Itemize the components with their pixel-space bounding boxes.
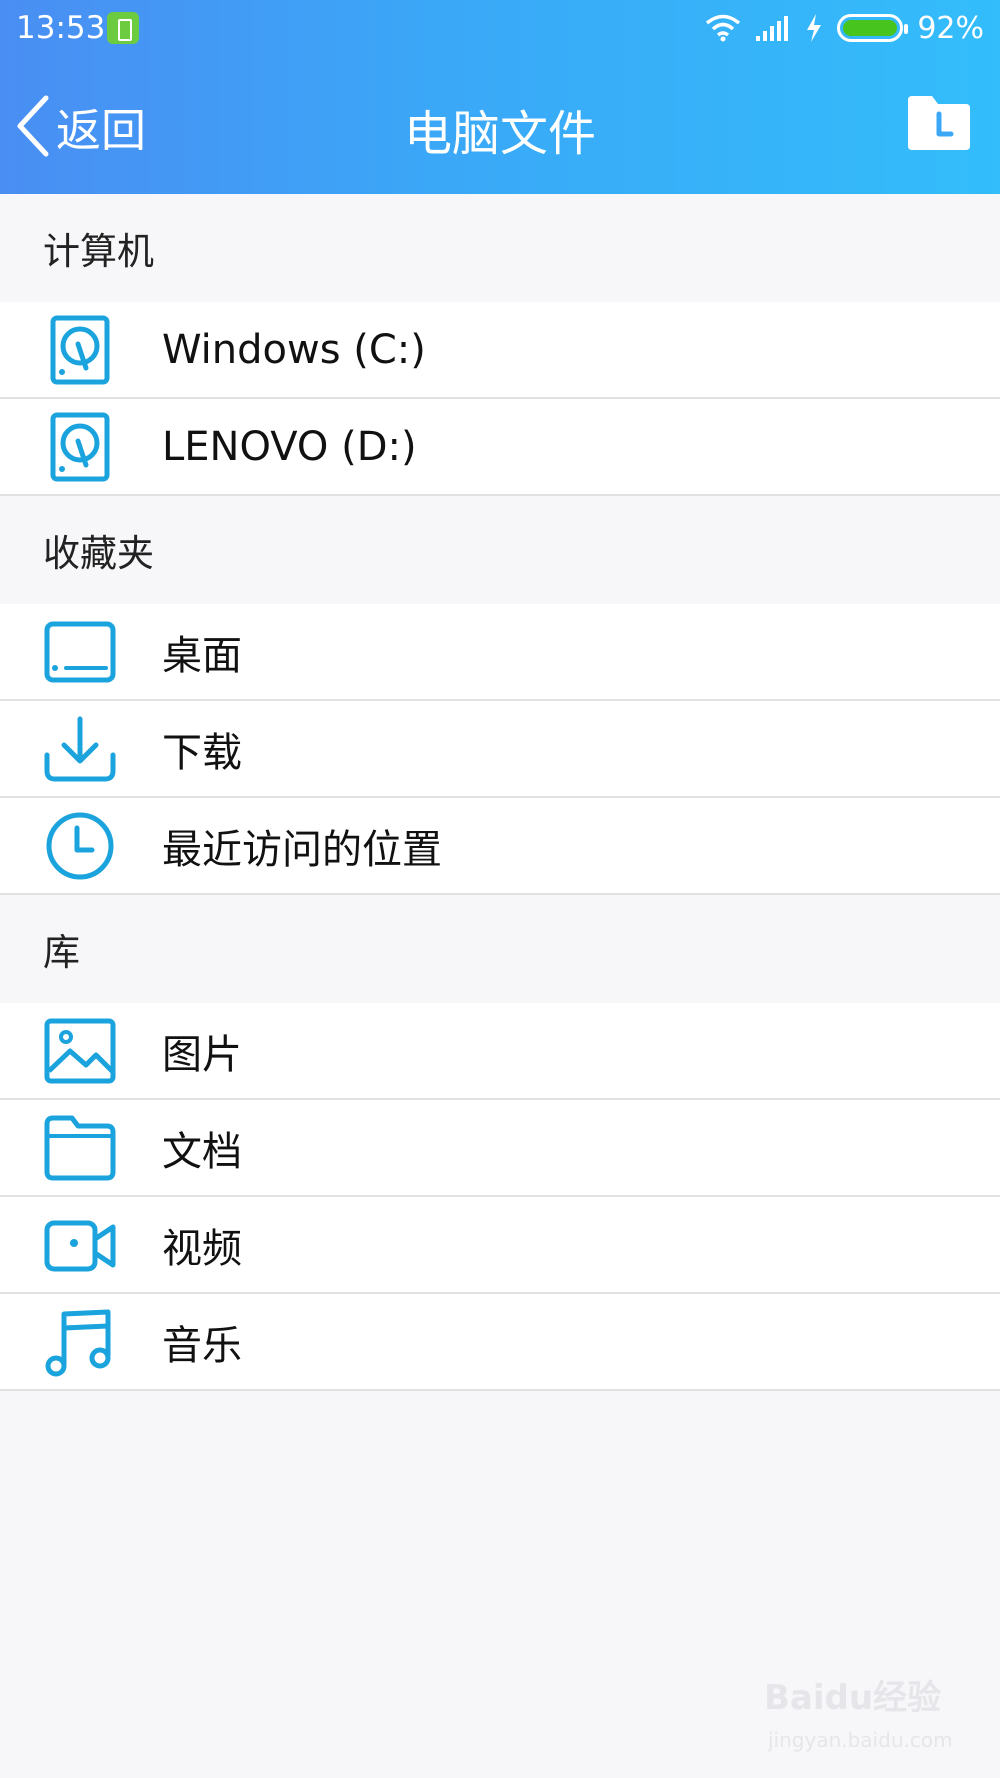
list-item-label: 音乐: [162, 1322, 242, 1369]
list-item-drive-c[interactable]: Windows (C:): [0, 302, 1000, 399]
battery-fill: [843, 20, 898, 36]
list-item-label: Windows (C:): [162, 326, 426, 373]
status-icons: 92%: [705, 8, 984, 48]
video-icon: [44, 1220, 116, 1272]
music-icon: [45, 1309, 111, 1377]
list-item-label: 图片: [162, 1031, 242, 1078]
charging-icon: [807, 14, 822, 42]
list-item-music[interactable]: 音乐: [0, 1294, 1000, 1391]
section-header-favorites: 收藏夹: [0, 496, 1000, 604]
watermark: Baidu经验: [764, 1678, 942, 1718]
top-bar: 13:53 92% 返回 电脑文件: [0, 0, 1000, 194]
battery-icon: [837, 14, 909, 42]
list-item-pictures[interactable]: 图片: [0, 1003, 1000, 1100]
watermark-url: jingyan.baidu.com: [768, 1728, 953, 1752]
wifi-icon: [706, 14, 741, 42]
nav-bar: 返回 电脑文件: [0, 76, 1000, 176]
hard-drive-icon: [50, 315, 110, 385]
battery-app-icon: [107, 12, 139, 44]
list-item-label: 视频: [162, 1225, 242, 1272]
list-item-documents[interactable]: 文档: [0, 1100, 1000, 1197]
page-title: 电脑文件: [403, 106, 596, 162]
list-item-videos[interactable]: 视频: [0, 1197, 1000, 1294]
folder-recent-icon[interactable]: [906, 94, 972, 152]
status-time: 13:53: [16, 10, 106, 46]
picture-icon: [44, 1018, 116, 1084]
section-header-computer: 计算机: [0, 194, 1000, 302]
folder-icon: [44, 1115, 116, 1181]
signal-icon: [756, 16, 789, 41]
list-item-label: 最近访问的位置: [162, 826, 442, 873]
list-item-label: 下载: [162, 729, 242, 776]
list-item-label: 桌面: [162, 632, 242, 679]
section-header-library: 库: [0, 895, 1000, 1003]
list-item-label: 文档: [162, 1128, 242, 1175]
download-icon: [44, 716, 116, 782]
hard-drive-icon: [50, 412, 110, 482]
status-bar: 13:53 92%: [0, 0, 1000, 56]
desktop-icon: [44, 621, 116, 683]
list-item-desktop[interactable]: 桌面: [0, 604, 1000, 701]
list-item-downloads[interactable]: 下载: [0, 701, 1000, 798]
battery-percent: 92%: [917, 10, 984, 46]
list-item-drive-d[interactable]: LENOVO (D:): [0, 399, 1000, 496]
list-item-recent-places[interactable]: 最近访问的位置: [0, 798, 1000, 895]
list-item-label: LENOVO (D:): [162, 423, 417, 470]
clock-icon: [46, 812, 114, 880]
